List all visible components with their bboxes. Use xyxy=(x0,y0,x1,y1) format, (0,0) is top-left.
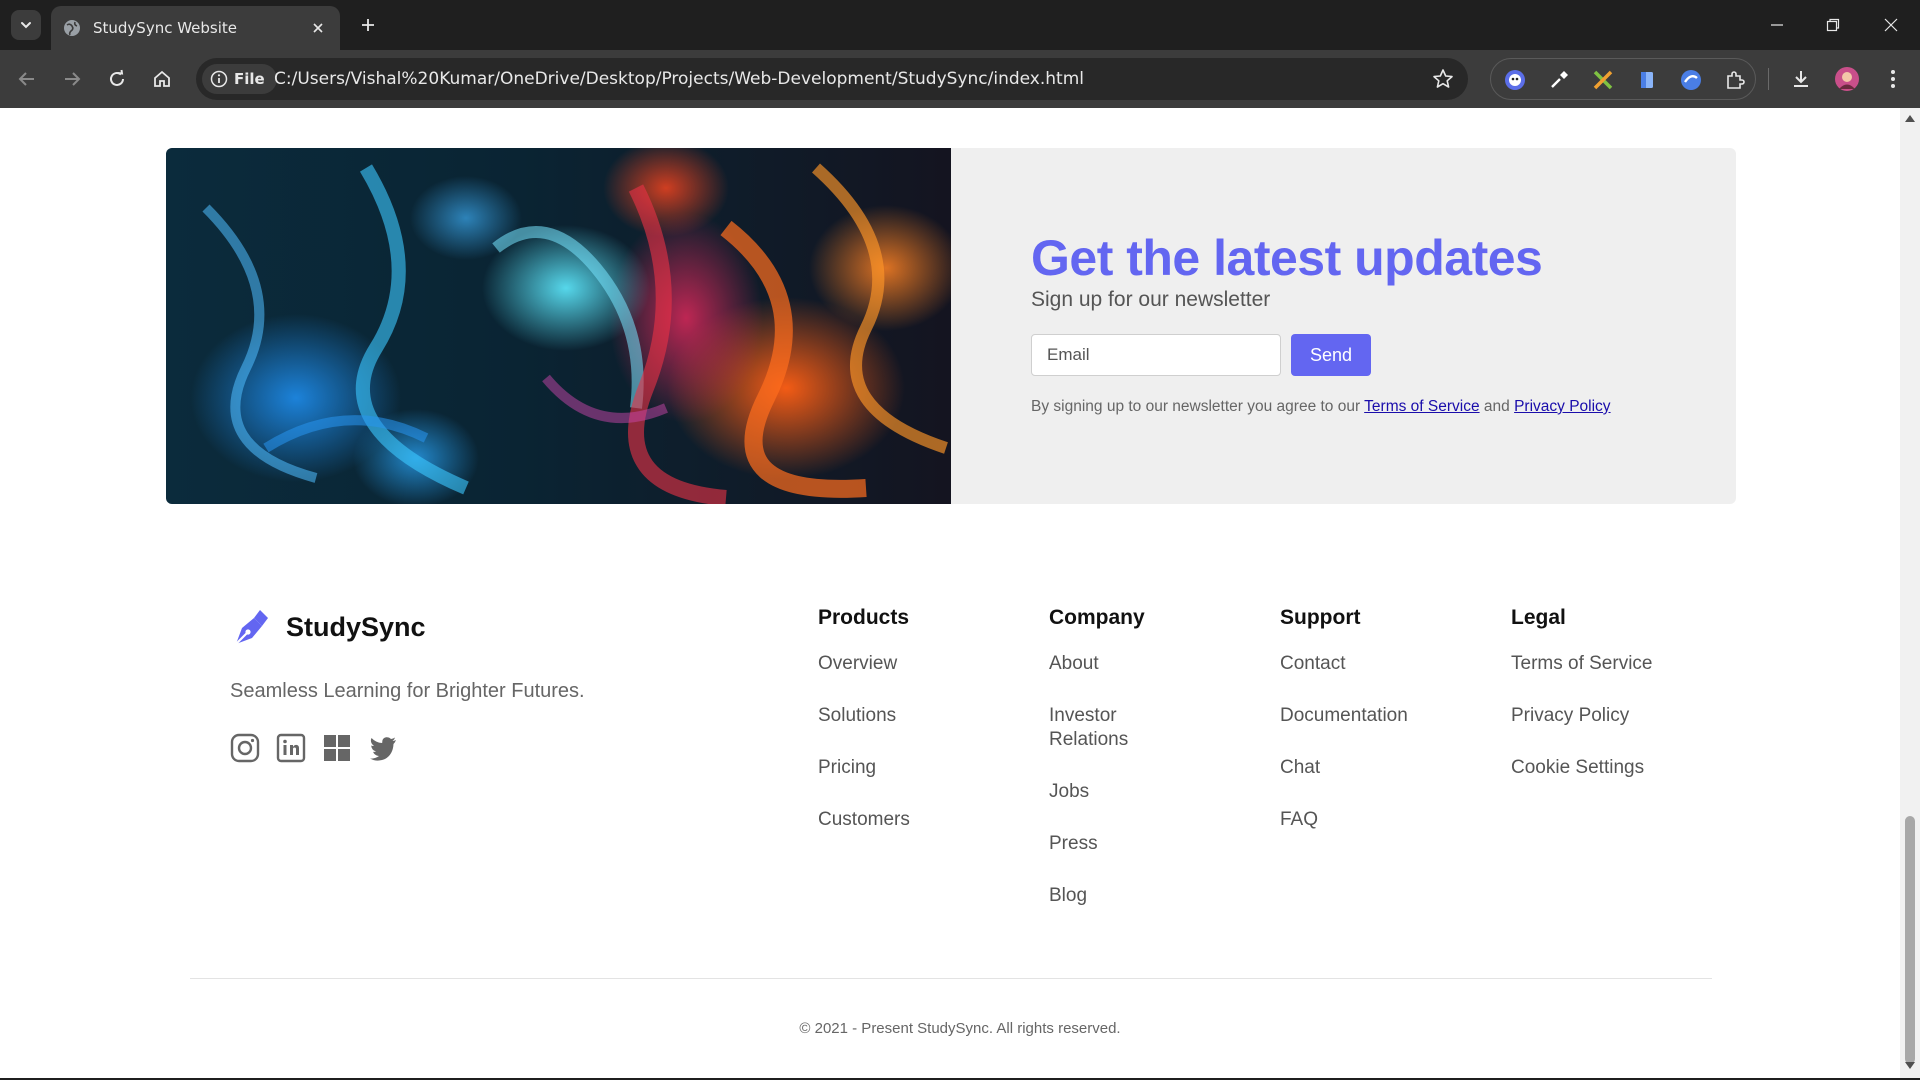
restore-icon[interactable] xyxy=(1820,12,1846,38)
profile-avatar[interactable] xyxy=(1834,66,1860,92)
footer-link-customers[interactable]: Customers xyxy=(818,808,910,832)
scroll-up-icon[interactable] xyxy=(1904,114,1916,124)
brand-tagline: Seamless Learning for Brighter Futures. xyxy=(230,680,585,702)
linkedin-icon[interactable] xyxy=(276,733,306,763)
privacy-policy-link[interactable]: Privacy Policy xyxy=(1514,398,1610,415)
footer-link-contact[interactable]: Contact xyxy=(1280,652,1408,676)
tab-title: StudySync Website xyxy=(93,19,238,37)
extensions-group xyxy=(1490,58,1756,100)
footer-link-faq[interactable]: FAQ xyxy=(1280,808,1408,832)
column-heading: Support xyxy=(1280,606,1361,629)
footer-brand[interactable]: StudySync xyxy=(230,606,426,648)
note-prefix: By signing up to our newsletter you agre… xyxy=(1031,398,1361,415)
vpn-extension-icon[interactable] xyxy=(1679,68,1703,92)
close-window-icon[interactable] xyxy=(1878,12,1904,38)
footer-link-solutions[interactable]: Solutions xyxy=(818,704,910,728)
brand-name: StudySync xyxy=(286,611,426,642)
twitter-icon[interactable] xyxy=(368,733,398,763)
column-heading: Products xyxy=(818,606,910,629)
newsletter-body: Get the latest updates Sign up for our n… xyxy=(1031,230,1711,416)
close-icon[interactable] xyxy=(308,18,328,38)
send-button[interactable]: Send xyxy=(1291,334,1371,376)
vertical-scrollbar[interactable] xyxy=(1900,108,1920,1078)
site-chip-label: File xyxy=(234,70,265,88)
scroll-down-icon[interactable] xyxy=(1904,1062,1916,1072)
email-input[interactable] xyxy=(1031,334,1281,376)
footer-link-privacy-policy[interactable]: Privacy Policy xyxy=(1511,704,1652,728)
star-icon[interactable] xyxy=(1432,68,1454,90)
url-text[interactable]: C:/Users/Vishal%20Kumar/OneDrive/Desktop… xyxy=(274,69,1084,89)
footer-link-jobs[interactable]: Jobs xyxy=(1049,780,1159,804)
scrollbar-thumb[interactable] xyxy=(1905,816,1915,1064)
tab-strip: StudySync Website xyxy=(0,0,1920,50)
footer-link-overview[interactable]: Overview xyxy=(818,652,910,676)
plus-icon[interactable] xyxy=(355,12,381,38)
footer-column-support: Support Contact Documentation Chat FAQ xyxy=(1280,606,1408,860)
footer-column-products: Products Overview Solutions Pricing Cust… xyxy=(818,606,910,860)
footer-column-company: Company About Investor Relations Jobs Pr… xyxy=(1049,606,1159,936)
footer-link-press[interactable]: Press xyxy=(1049,832,1159,856)
footer-divider xyxy=(190,978,1712,979)
home-icon[interactable] xyxy=(149,66,175,92)
minimize-icon[interactable] xyxy=(1764,12,1790,38)
windows-icon[interactable] xyxy=(322,733,352,763)
instagram-icon[interactable] xyxy=(230,733,260,763)
page-viewport: Get the latest updates Sign up for our n… xyxy=(0,108,1900,1078)
newsletter-note: By signing up to our newsletter you agre… xyxy=(1031,398,1711,416)
footer-column-legal: Legal Terms of Service Privacy Policy Co… xyxy=(1511,606,1652,808)
footer-link-cookie-settings[interactable]: Cookie Settings xyxy=(1511,756,1652,780)
more-icon[interactable] xyxy=(1880,66,1906,92)
copyright-text: © 2021 - Present StudySync. All rights r… xyxy=(799,1020,1121,1037)
globe-icon xyxy=(63,19,81,37)
column-heading: Legal xyxy=(1511,606,1566,629)
footer-link-investor-relations[interactable]: Investor Relations xyxy=(1049,704,1159,752)
tab-list-button[interactable] xyxy=(11,10,41,40)
ink-smoke-image xyxy=(202,163,948,504)
footer-link-blog[interactable]: Blog xyxy=(1049,884,1159,908)
footer-link-terms-of-service[interactable]: Terms of Service xyxy=(1511,652,1652,676)
footer-link-about[interactable]: About xyxy=(1049,652,1159,676)
tools-extension-icon[interactable] xyxy=(1591,68,1615,92)
browser-toolbar: File C:/Users/Vishal%20Kumar/OneDrive/De… xyxy=(0,50,1920,108)
newsletter-form: Send xyxy=(1031,334,1711,376)
newsletter-image xyxy=(166,148,951,504)
info-icon xyxy=(210,70,228,88)
social-links xyxy=(230,733,398,763)
download-icon[interactable] xyxy=(1788,66,1814,92)
footer-link-pricing[interactable]: Pricing xyxy=(818,756,910,780)
newsletter-section: Get the latest updates Sign up for our n… xyxy=(166,148,1736,504)
document-extension-icon[interactable] xyxy=(1635,68,1659,92)
footer-link-documentation[interactable]: Documentation xyxy=(1280,704,1408,728)
pen-logo-icon xyxy=(235,610,268,645)
site-info-chip[interactable]: File xyxy=(202,64,277,94)
address-bar[interactable]: File C:/Users/Vishal%20Kumar/OneDrive/De… xyxy=(196,58,1468,100)
footer-link-chat[interactable]: Chat xyxy=(1280,756,1408,780)
eyedropper-icon[interactable] xyxy=(1547,68,1571,92)
newsletter-title: Get the latest updates xyxy=(1031,230,1543,286)
column-heading: Company xyxy=(1049,606,1145,629)
terms-of-service-link[interactable]: Terms of Service xyxy=(1364,398,1479,415)
toolbar-divider xyxy=(1768,68,1769,90)
chevron-down-icon xyxy=(21,22,31,29)
forward-icon[interactable] xyxy=(59,66,85,92)
back-icon[interactable] xyxy=(14,66,40,92)
reload-icon[interactable] xyxy=(104,66,130,92)
newsletter-subtitle: Sign up for our newsletter xyxy=(1031,288,1271,311)
active-tab[interactable]: StudySync Website xyxy=(51,6,340,50)
ghost-extension-icon[interactable] xyxy=(1503,68,1527,92)
note-and: and xyxy=(1483,398,1510,415)
puzzle-icon[interactable] xyxy=(1723,68,1747,92)
